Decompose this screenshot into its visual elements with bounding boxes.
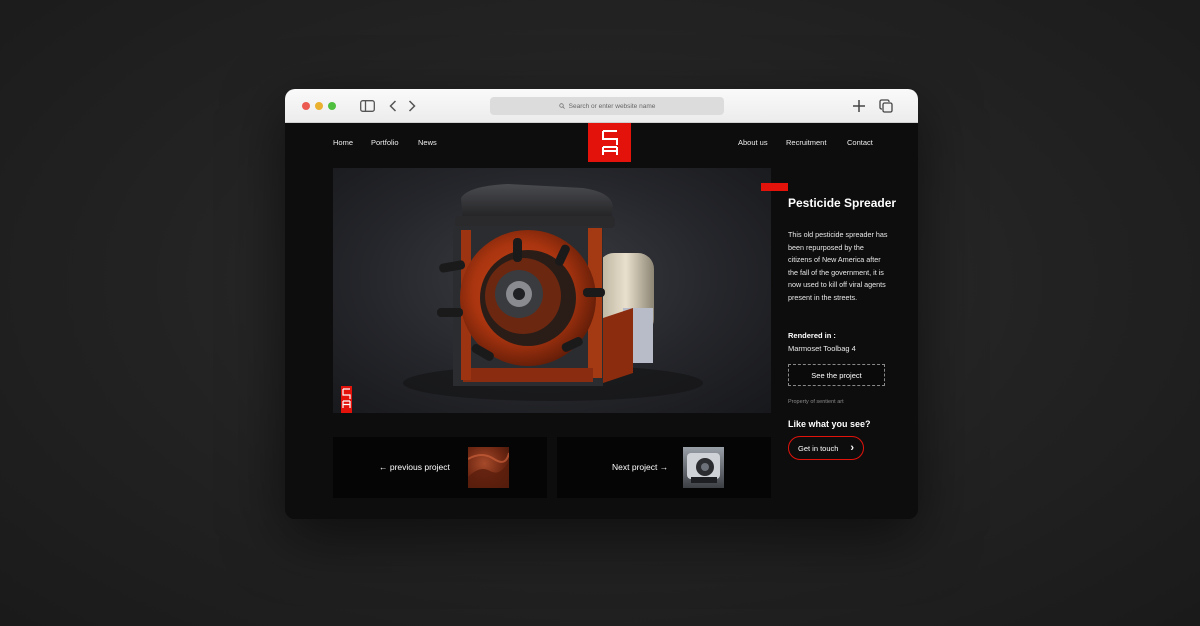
sidebar-toggle-icon[interactable] — [359, 97, 375, 115]
pesticide-spreader-render — [403, 184, 703, 401]
maximize-window-button[interactable] — [328, 102, 336, 110]
property-note: Property of sentient art — [788, 399, 844, 405]
project-description: This old pesticide spreader has been rep… — [788, 230, 888, 302]
nav-news[interactable]: News — [418, 138, 437, 147]
hero-image — [333, 168, 771, 413]
next-project-label: Next project → — [612, 462, 669, 472]
rendered-in-value: Marmoset Toolbag 4 — [788, 344, 856, 353]
close-window-button[interactable] — [302, 102, 310, 110]
nav-contact[interactable]: Contact — [847, 138, 873, 147]
cta-heading: Like what you see? — [788, 419, 871, 429]
previous-project-thumbnail — [468, 447, 509, 488]
accent-bar — [761, 183, 788, 191]
browser-window: Search or enter website name Home Portfo… — [285, 89, 918, 519]
nav-portfolio[interactable]: Portfolio — [371, 138, 399, 147]
logo-mark-icon — [601, 129, 618, 155]
address-bar-placeholder: Search or enter website name — [568, 102, 656, 110]
next-project-card[interactable]: Next project → — [557, 437, 771, 498]
website: Home Portfolio News About us Recruitment… — [285, 123, 918, 519]
browser-toolbar: Search or enter website name — [285, 89, 918, 123]
hero-logo-mark — [341, 386, 352, 413]
chevron-right-icon: › — [850, 442, 854, 454]
minimize-window-button[interactable] — [315, 102, 323, 110]
get-in-touch-label: Get in touch — [798, 443, 839, 453]
back-arrow-icon[interactable] — [387, 97, 399, 115]
nav-home[interactable]: Home — [333, 138, 353, 147]
previous-project-label: ← previous project — [379, 462, 450, 472]
project-title: Pesticide Spreader — [788, 196, 897, 210]
new-tab-icon[interactable] — [850, 97, 868, 115]
nav-recruitment[interactable]: Recruitment — [786, 138, 826, 147]
forward-arrow-icon[interactable] — [406, 97, 418, 115]
see-project-button[interactable]: See the project — [788, 364, 885, 386]
search-icon — [558, 103, 565, 109]
tab-overview-icon[interactable] — [877, 97, 895, 115]
rendered-in-label: Rendered in : — [788, 331, 836, 340]
next-project-thumbnail — [683, 447, 724, 488]
address-bar[interactable]: Search or enter website name — [490, 97, 724, 115]
nav-about-us[interactable]: About us — [738, 138, 768, 147]
get-in-touch-button[interactable]: Get in touch › — [788, 436, 864, 460]
site-logo[interactable] — [588, 123, 631, 162]
previous-project-card[interactable]: ← previous project — [333, 437, 547, 498]
